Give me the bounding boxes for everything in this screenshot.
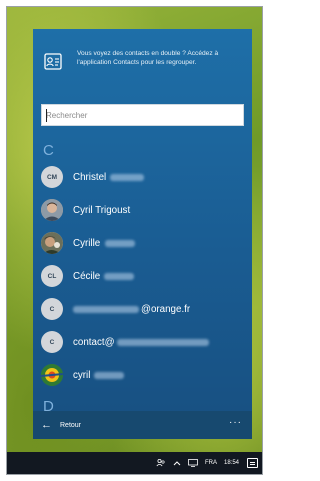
redacted-text bbox=[104, 272, 135, 280]
contact-item[interactable]: Cyril Trigoust bbox=[41, 195, 244, 225]
people-panel: Vous voyez des contacts en double ? Accé… bbox=[33, 29, 252, 439]
contact-name: Cyrille bbox=[73, 237, 101, 249]
contact-name: @orange.fr bbox=[141, 303, 191, 315]
contact-name: Cyril Trigoust bbox=[73, 204, 131, 216]
search-input[interactable] bbox=[46, 105, 243, 125]
avatar bbox=[41, 199, 63, 221]
contact-name: Cécile bbox=[73, 270, 101, 282]
avatar bbox=[41, 364, 63, 386]
contacts-merge-icon bbox=[44, 53, 62, 70]
clock-time[interactable]: 18:54 bbox=[224, 460, 239, 466]
redacted-text bbox=[94, 371, 125, 379]
avatar: C bbox=[41, 331, 63, 353]
profile-photo-icon bbox=[41, 364, 63, 386]
action-center-icon[interactable] bbox=[247, 458, 258, 468]
chevron-up-icon[interactable] bbox=[173, 460, 181, 466]
group-header-c[interactable]: C bbox=[43, 142, 54, 159]
contact-name-row: @orange.fr bbox=[73, 304, 190, 315]
duplicate-contacts-notice[interactable]: Vous voyez des contacts en double ? Accé… bbox=[43, 49, 248, 97]
bottom-bar: ← Retour ··· bbox=[33, 411, 252, 439]
contact-name-row: contact@ bbox=[73, 337, 209, 348]
contact-item[interactable]: CM Christel bbox=[41, 162, 244, 192]
text-caret bbox=[46, 109, 47, 122]
profile-photo-icon bbox=[41, 232, 63, 254]
search-box[interactable] bbox=[41, 104, 244, 126]
redacted-text bbox=[116, 338, 209, 346]
contact-name-row: Cécile bbox=[73, 270, 135, 282]
contact-name-row: cyril bbox=[73, 369, 125, 381]
network-icon[interactable] bbox=[188, 459, 198, 467]
avatar bbox=[41, 232, 63, 254]
people-icon[interactable] bbox=[156, 458, 166, 468]
contact-item[interactable]: Cyrille bbox=[41, 228, 244, 258]
contact-item[interactable]: C contact@ bbox=[41, 327, 244, 357]
contact-item[interactable]: C @orange.fr bbox=[41, 294, 244, 324]
input-language[interactable]: FRA bbox=[205, 460, 217, 466]
contact-name: cyril bbox=[73, 369, 91, 381]
taskbar: FRA 18:54 bbox=[7, 452, 262, 474]
contact-name-row: Christel bbox=[73, 171, 145, 183]
redacted-text bbox=[110, 173, 145, 181]
contact-item[interactable]: cyril bbox=[41, 360, 244, 390]
redacted-text bbox=[105, 239, 136, 247]
more-options-button[interactable]: ··· bbox=[229, 417, 242, 428]
avatar: C bbox=[41, 298, 63, 320]
notice-text: Vous voyez des contacts en double ? Accé… bbox=[77, 50, 219, 67]
back-arrow-icon[interactable]: ← bbox=[41, 419, 52, 431]
redacted-text bbox=[73, 305, 139, 313]
contact-name-row: Cyrille bbox=[73, 237, 136, 249]
contact-item[interactable]: CL Cécile bbox=[41, 261, 244, 291]
contact-name: contact@ bbox=[73, 336, 115, 348]
avatar: CL bbox=[41, 265, 63, 287]
profile-photo-icon bbox=[41, 199, 63, 221]
back-button[interactable]: Retour bbox=[60, 422, 81, 429]
contact-name: Christel bbox=[73, 171, 107, 183]
avatar: CM bbox=[41, 166, 63, 188]
screenshot-frame: Vous voyez des contacts en double ? Accé… bbox=[6, 6, 263, 475]
